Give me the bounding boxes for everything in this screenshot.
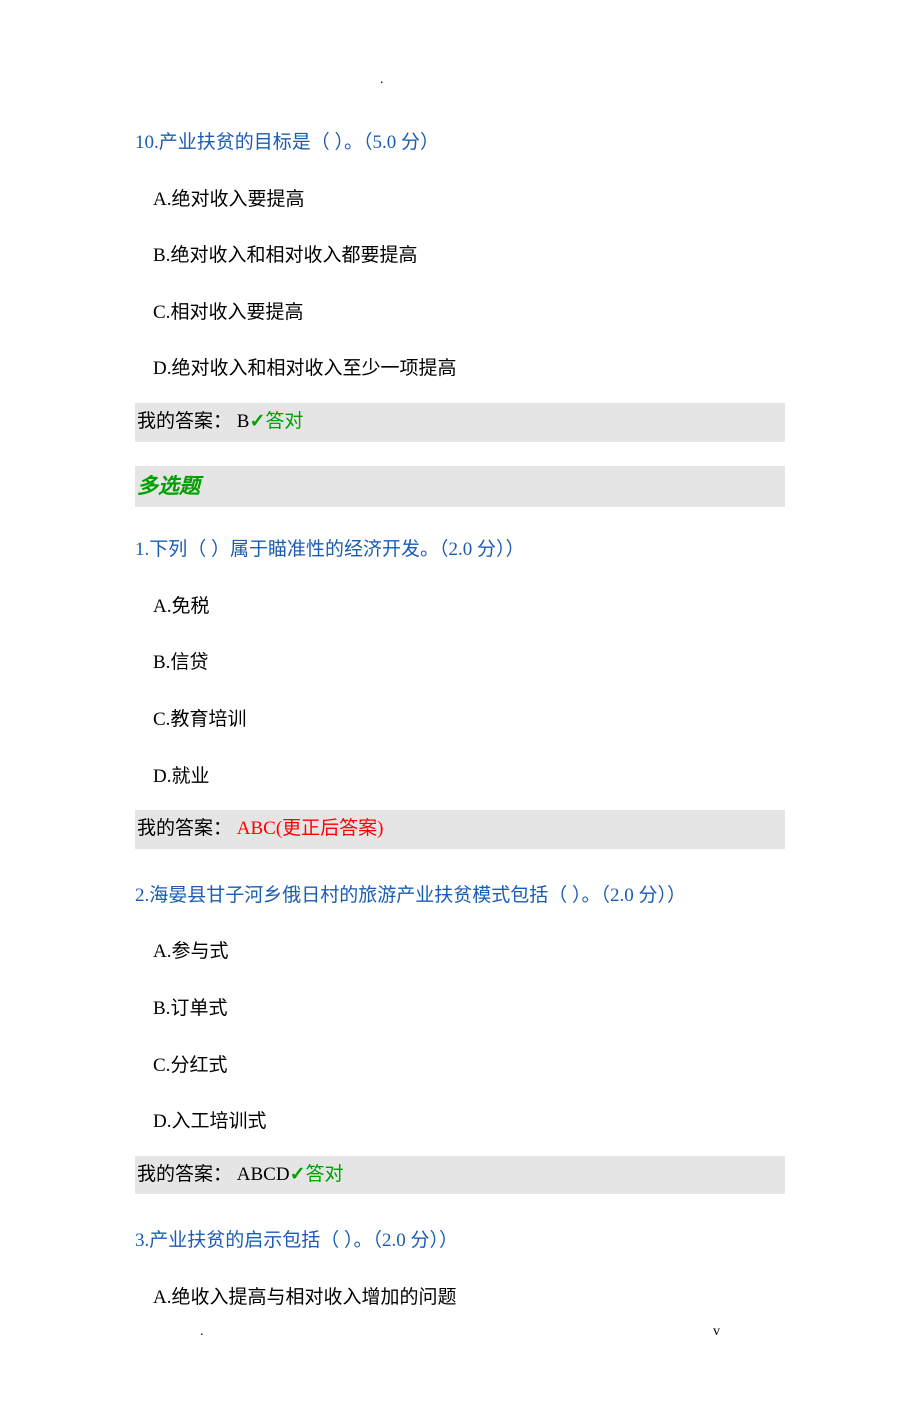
q10-text: 产业扶贫的目标是（ ）。（5.0 分）	[159, 132, 439, 153]
q10-option-d: D.绝对收入和相对收入至少一项提高	[153, 356, 785, 383]
question-10: 10.产业扶贫的目标是（ ）。（5.0 分） A.绝对收入要提高 B.绝对收入和…	[135, 130, 785, 442]
mq2-number: 2.	[135, 885, 149, 906]
mq2-option-a: A.参与式	[153, 939, 785, 966]
mq1-answer-note: (更正后答案)	[276, 818, 384, 839]
q10-option-a: A.绝对收入要提高	[153, 187, 785, 214]
q10-result: 答对	[265, 411, 303, 432]
mq2-answer-bar: 我的答案： ABCD✓答对	[135, 1156, 785, 1195]
mq2-answer-value: ABCD	[237, 1164, 290, 1185]
mq2-text: 海晏县甘子河乡俄日村的旅游产业扶贫模式包括（ ）。（2.0 分））	[149, 885, 686, 906]
check-icon: ✓	[249, 411, 265, 432]
multi-question-3: 3.产业扶贫的启示包括（ ）。（2.0 分）） A.绝收入提高与相对收入增加的问…	[135, 1228, 785, 1311]
mq2-option-d: D.入工培训式	[153, 1109, 785, 1136]
mq2-result: 答对	[305, 1164, 343, 1185]
mq2-title: 2.海晏县甘子河乡俄日村的旅游产业扶贫模式包括（ ）。（2.0 分））	[135, 883, 785, 910]
header-dot: .	[380, 70, 384, 90]
multi-question-2: 2.海晏县甘子河乡俄日村的旅游产业扶贫模式包括（ ）。（2.0 分）） A.参与…	[135, 883, 785, 1195]
section-multi-header: 多选题	[135, 466, 785, 508]
mq1-title: 1.下列（ ）属于瞄准性的经济开发。（2.0 分））	[135, 537, 785, 564]
mq1-option-b: B.信贷	[153, 650, 785, 677]
mq1-answer-bar: 我的答案： ABC(更正后答案)	[135, 810, 785, 849]
mq1-option-a: A.免税	[153, 594, 785, 621]
mq3-title: 3.产业扶贫的启示包括（ ）。（2.0 分））	[135, 1228, 785, 1255]
page-container: . 10.产业扶贫的目标是（ ）。（5.0 分） A.绝对收入要提高 B.绝对收…	[0, 0, 920, 1401]
check-icon: ✓	[290, 1164, 306, 1185]
mq3-option-a: A.绝收入提高与相对收入增加的问题	[153, 1285, 785, 1312]
section-multi-title: 多选题	[137, 474, 200, 498]
q10-option-b: B.绝对收入和相对收入都要提高	[153, 243, 785, 270]
mq3-text: 产业扶贫的启示包括（ ）。（2.0 分））	[149, 1230, 458, 1251]
mq1-option-c: C.教育培训	[153, 707, 785, 734]
mq1-answer-label: 我的答案：	[137, 818, 232, 839]
footer-v: v	[713, 1322, 720, 1342]
q10-number: 10.	[135, 132, 159, 153]
q10-answer-label: 我的答案：	[137, 411, 232, 432]
mq2-answer-label: 我的答案：	[137, 1164, 232, 1185]
q10-answer-value: B	[237, 411, 250, 432]
mq3-number: 3.	[135, 1230, 149, 1251]
mq1-option-d: D.就业	[153, 764, 785, 791]
mq1-text: 下列（ ）属于瞄准性的经济开发。（2.0 分））	[149, 539, 524, 560]
mq2-option-b: B.订单式	[153, 996, 785, 1023]
question-10-title: 10.产业扶贫的目标是（ ）。（5.0 分）	[135, 130, 785, 157]
multi-question-1: 1.下列（ ）属于瞄准性的经济开发。（2.0 分）） A.免税 B.信贷 C.教…	[135, 537, 785, 849]
footer-dot: .	[200, 1322, 204, 1342]
mq1-answer-value: ABC	[237, 818, 276, 839]
mq2-option-c: C.分红式	[153, 1053, 785, 1080]
q10-answer-bar: 我的答案： B✓答对	[135, 403, 785, 442]
mq1-number: 1.	[135, 539, 149, 560]
q10-option-c: C.相对收入要提高	[153, 300, 785, 327]
